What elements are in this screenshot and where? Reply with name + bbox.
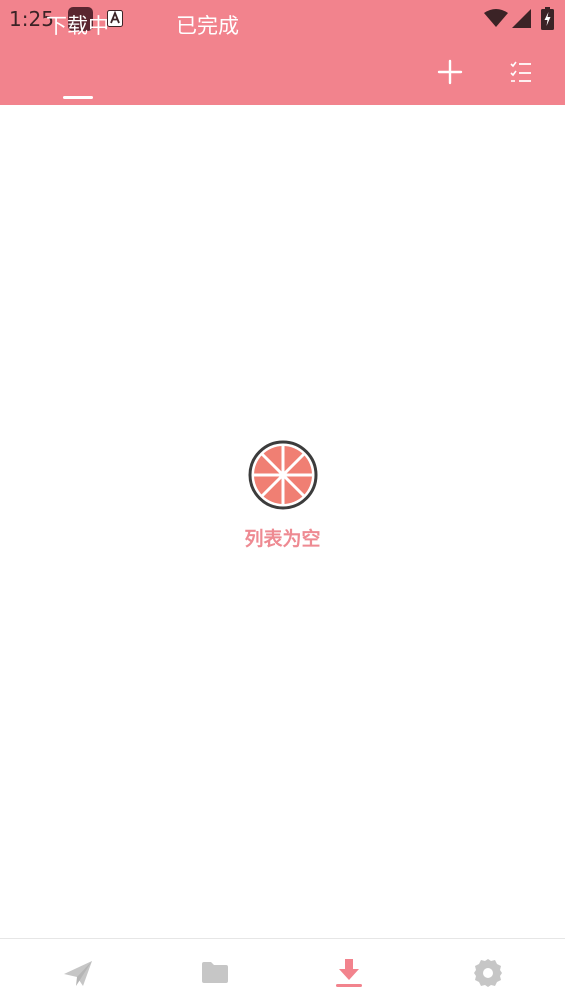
empty-list-text: 列表为空 bbox=[244, 528, 321, 550]
checklist-icon bbox=[510, 61, 531, 82]
checklist-button[interactable] bbox=[503, 54, 539, 90]
app-header: 1:25 下载中 已完成 bbox=[0, 0, 565, 105]
active-tab-indicator bbox=[63, 96, 93, 99]
nav-files[interactable] bbox=[145, 939, 285, 1007]
battery-charging-icon bbox=[541, 7, 554, 30]
tab-downloading[interactable]: 下载中 bbox=[46, 0, 112, 50]
nav-settings[interactable] bbox=[418, 939, 558, 1007]
nav-download[interactable] bbox=[279, 939, 419, 1007]
grapefruit-icon bbox=[248, 440, 317, 510]
nav-send[interactable] bbox=[8, 939, 148, 1007]
folder-icon bbox=[202, 962, 228, 983]
wifi-icon bbox=[484, 9, 508, 27]
signal-icon bbox=[512, 9, 531, 28]
add-button[interactable] bbox=[432, 54, 468, 90]
empty-state: 列表为空 bbox=[0, 440, 565, 552]
settings-icon bbox=[474, 959, 502, 987]
add-icon bbox=[437, 59, 463, 85]
bottom-navigation bbox=[0, 938, 565, 1007]
tab-completed[interactable]: 已完成 bbox=[176, 0, 242, 50]
send-icon bbox=[64, 961, 92, 986]
download-icon bbox=[336, 959, 362, 987]
